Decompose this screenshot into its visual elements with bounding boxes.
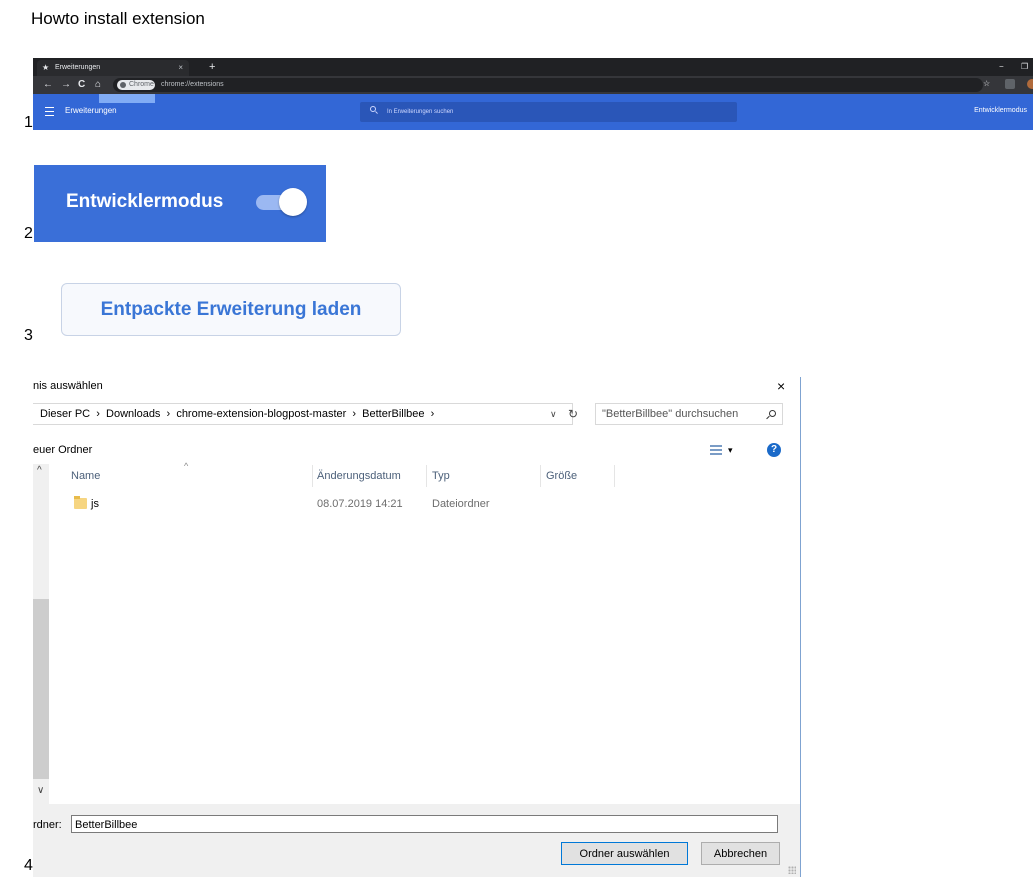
scrollbar-thumb[interactable] bbox=[33, 599, 49, 779]
tab-extensions[interactable]: ★ Erweiterungen × bbox=[37, 60, 189, 76]
restore-button[interactable]: ❐ bbox=[1021, 58, 1028, 75]
breadcrumb-path: Dieser PC › Downloads › chrome-extension… bbox=[40, 408, 435, 420]
step-number-2: 2 bbox=[24, 225, 33, 242]
search-placeholder: In Erweiterungen suchen bbox=[387, 109, 454, 115]
step-number-1: 1 bbox=[24, 114, 33, 131]
file-name: js bbox=[91, 498, 99, 510]
profile-avatar[interactable] bbox=[1027, 79, 1033, 89]
home-button[interactable]: ⌂ bbox=[95, 76, 101, 94]
close-tab-icon[interactable]: × bbox=[178, 60, 183, 76]
folder-field-label: rdner: bbox=[33, 819, 62, 831]
folder-picker-dialog: nis auswählen × Dieser PC › Downloads › … bbox=[33, 377, 801, 877]
navigation-pane-scrollbar[interactable]: ^ ∨ bbox=[33, 464, 49, 804]
view-options-icon[interactable] bbox=[710, 445, 722, 455]
new-folder-button[interactable]: euer Ordner bbox=[33, 440, 92, 460]
extensions-search-input[interactable]: In Erweiterungen suchen bbox=[360, 102, 737, 122]
column-header-size[interactable]: Größe bbox=[546, 465, 577, 487]
back-button[interactable]: ← bbox=[43, 76, 53, 94]
column-divider[interactable] bbox=[312, 465, 313, 487]
address-bar[interactable]: Chrome chrome://extensions bbox=[113, 78, 983, 92]
column-divider[interactable] bbox=[614, 465, 615, 487]
chevron-down-icon[interactable]: ∨ bbox=[550, 404, 557, 424]
file-type: Dateiordner bbox=[432, 498, 490, 510]
developer-mode-label: Entwicklermodus bbox=[66, 191, 224, 212]
column-header-name[interactable]: Name bbox=[71, 465, 100, 487]
refresh-icon[interactable]: ↻ bbox=[568, 404, 578, 424]
document-title: Howto install extension bbox=[31, 9, 205, 28]
step-number-4: 4 bbox=[24, 857, 33, 874]
column-divider[interactable] bbox=[540, 465, 541, 487]
site-chip: Chrome bbox=[117, 80, 155, 90]
puzzle-icon: ★ bbox=[42, 63, 50, 72]
column-divider[interactable] bbox=[426, 465, 427, 487]
search-icon bbox=[370, 106, 376, 112]
column-header-date[interactable]: Änderungsdatum bbox=[317, 465, 401, 487]
scroll-down-icon[interactable]: ∨ bbox=[37, 785, 44, 796]
menu-icon[interactable] bbox=[45, 107, 54, 116]
url-text: chrome://extensions bbox=[161, 81, 224, 88]
developer-mode-panel: Entwicklermodus bbox=[34, 165, 326, 242]
select-folder-button[interactable]: Ordner auswählen bbox=[561, 842, 688, 865]
folder-search-input[interactable]: "BetterBillbee" durchsuchen bbox=[595, 403, 783, 425]
search-placeholder: "BetterBillbee" durchsuchen bbox=[602, 408, 739, 420]
folder-name-field[interactable]: BetterBillbee bbox=[71, 815, 778, 833]
developer-mode-label: Entwicklermodus bbox=[974, 107, 1027, 114]
extension-icon[interactable] bbox=[1005, 79, 1015, 89]
chevron-down-icon[interactable]: ▾ bbox=[728, 440, 733, 460]
help-icon[interactable]: ? bbox=[767, 443, 781, 457]
sort-icon: ^ bbox=[184, 461, 189, 471]
forward-button[interactable]: → bbox=[61, 76, 71, 94]
dialog-footer: rdner: BetterBillbee Ordner auswählen Ab… bbox=[33, 804, 800, 877]
new-tab-button[interactable]: + bbox=[209, 58, 215, 76]
file-row[interactable]: js 08.07.2019 14:21 Dateiordner bbox=[49, 494, 769, 514]
reload-button[interactable]: C bbox=[78, 76, 85, 94]
extensions-header: Erweiterungen In Erweiterungen suchen En… bbox=[33, 94, 1033, 130]
resize-grip-icon[interactable] bbox=[788, 866, 796, 874]
toggle-knob[interactable] bbox=[279, 188, 307, 216]
breadcrumb[interactable]: Dieser PC › Downloads › chrome-extension… bbox=[33, 403, 573, 425]
tab-bar: ★ Erweiterungen × + − ❐ bbox=[33, 58, 1033, 76]
chrome-icon bbox=[120, 82, 126, 88]
tooltip bbox=[99, 94, 155, 103]
step-number-3: 3 bbox=[24, 327, 33, 344]
cancel-button[interactable]: Abbrechen bbox=[701, 842, 780, 865]
site-label: Chrome bbox=[129, 81, 154, 88]
browser-toolbar: ← → C ⌂ Chrome chrome://extensions ☆ bbox=[33, 76, 1033, 94]
tab-title: Erweiterungen bbox=[55, 64, 101, 71]
dialog-title: nis auswählen bbox=[33, 380, 103, 392]
file-date: 08.07.2019 14:21 bbox=[317, 498, 403, 510]
chrome-window-screenshot: ★ Erweiterungen × + − ❐ ← → C ⌂ Chrome c… bbox=[33, 58, 1033, 130]
column-header-type[interactable]: Typ bbox=[432, 465, 450, 487]
bookmark-star-icon[interactable]: ☆ bbox=[983, 78, 990, 90]
folder-icon bbox=[74, 496, 87, 509]
search-icon bbox=[769, 410, 776, 417]
minimize-button[interactable]: − bbox=[999, 58, 1004, 75]
load-unpacked-button[interactable]: Entpackte Erweiterung laden bbox=[61, 283, 401, 336]
scroll-up-icon[interactable]: ^ bbox=[37, 465, 42, 476]
close-icon[interactable]: × bbox=[777, 377, 785, 396]
